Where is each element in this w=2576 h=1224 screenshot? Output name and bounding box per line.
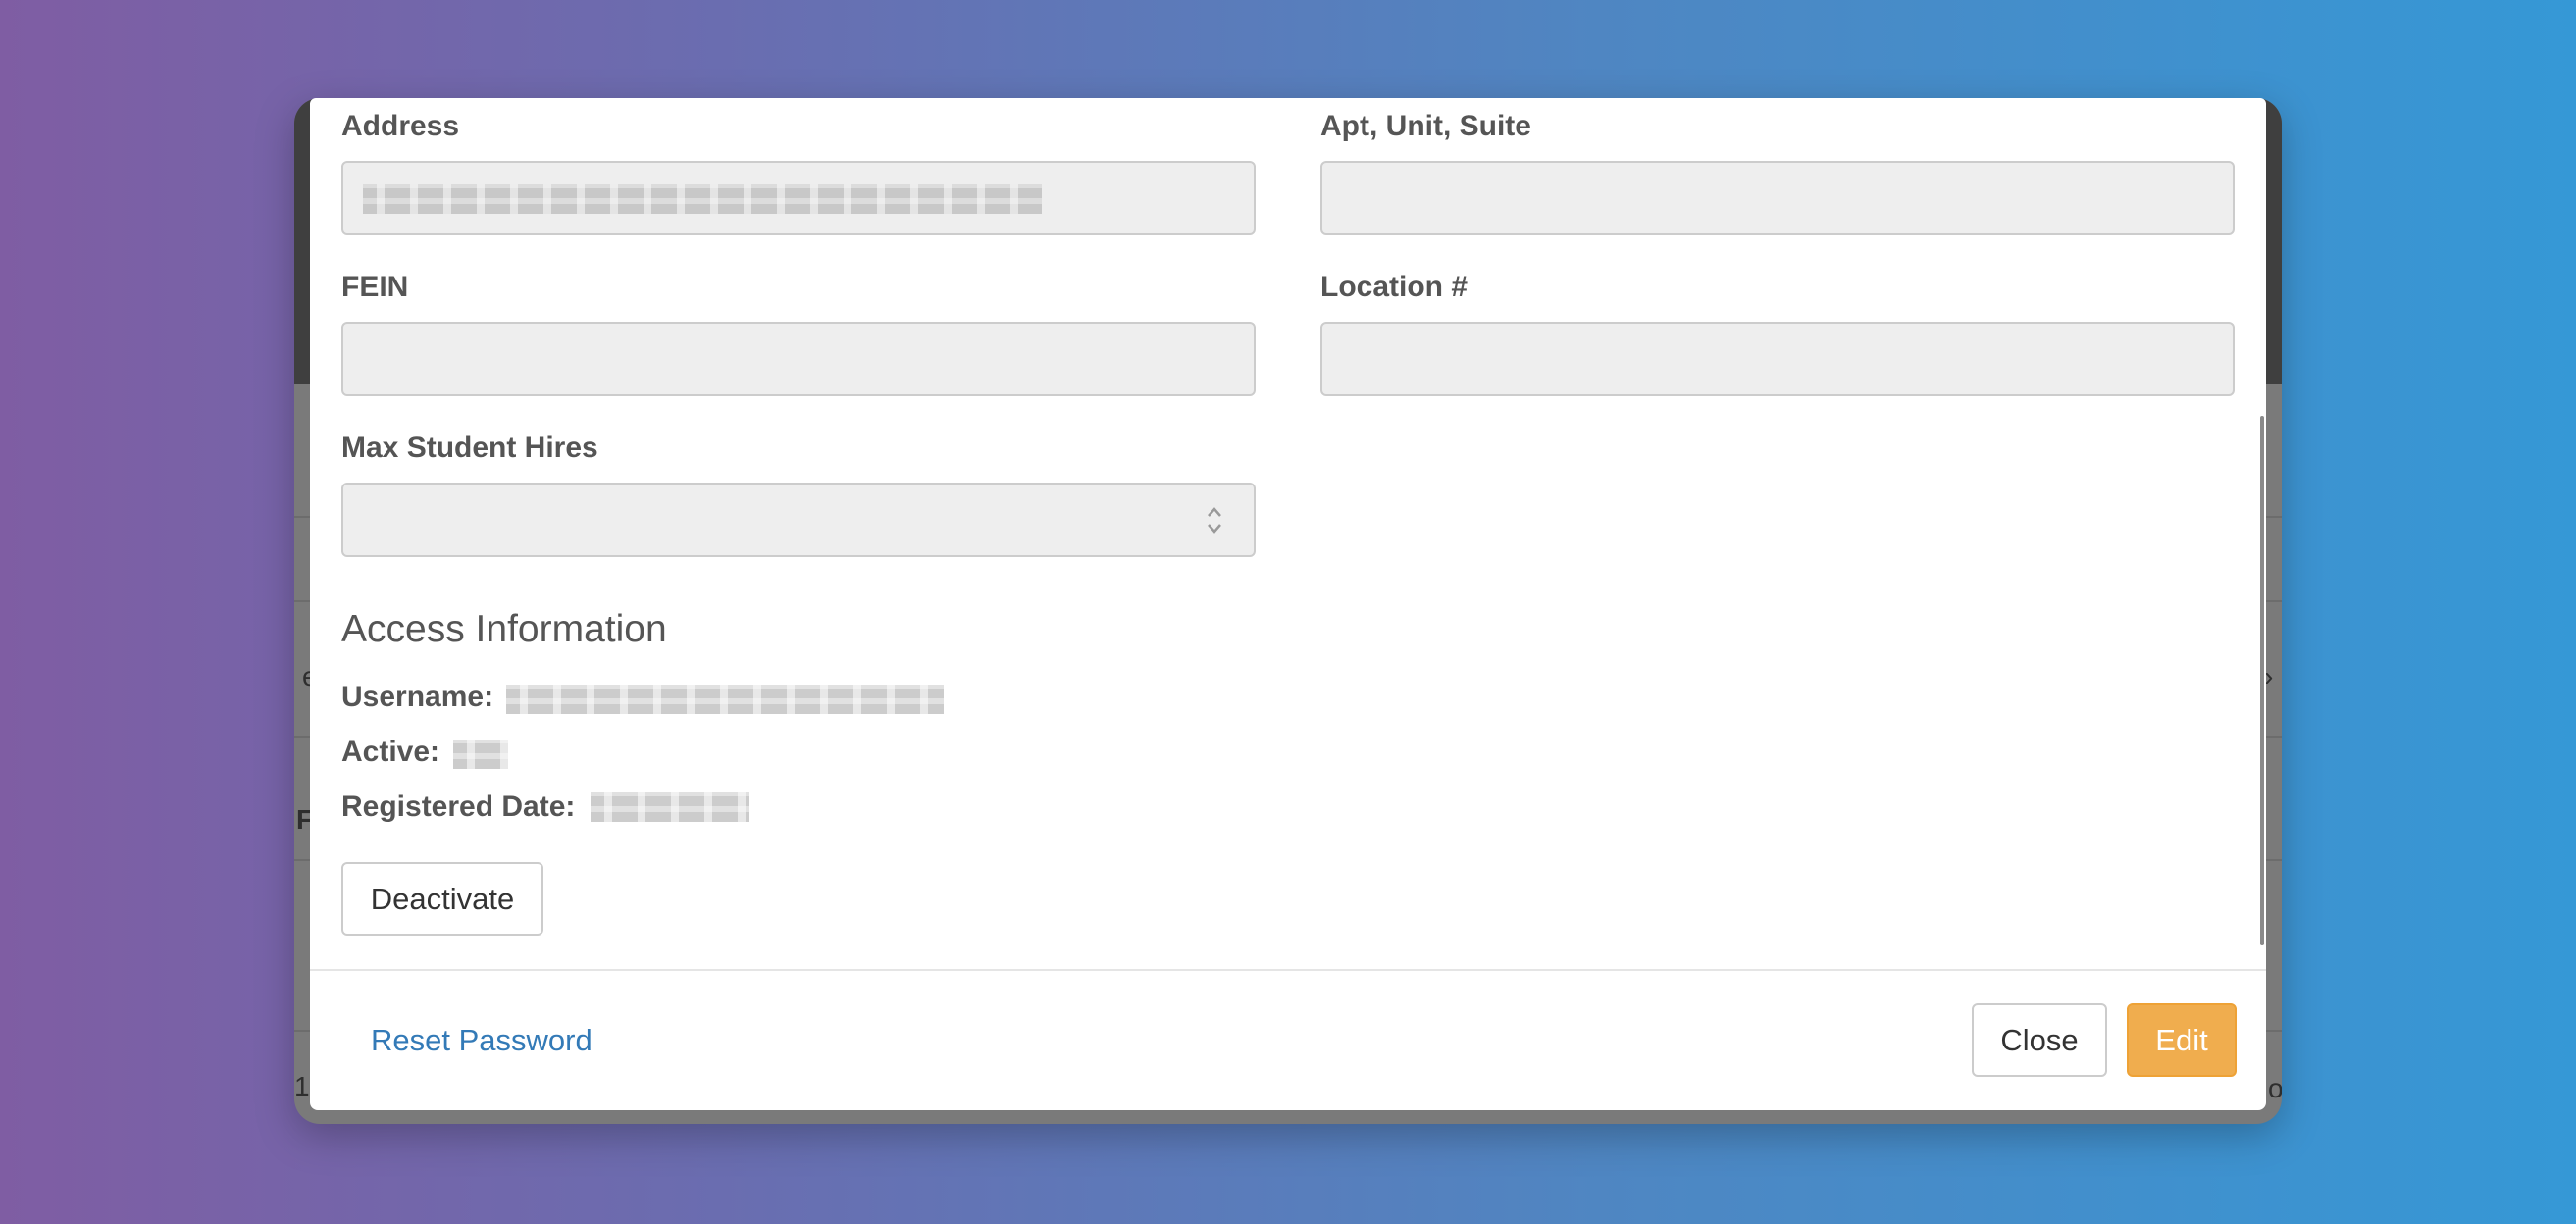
deactivate-button[interactable]: Deactivate <box>341 862 543 936</box>
address-label: Address <box>341 110 460 142</box>
modal-footer-divider <box>310 969 2266 971</box>
background-text-fragment: 1 <box>294 1071 310 1101</box>
fein-input[interactable] <box>341 322 1256 396</box>
chevron-up-down-icon[interactable] <box>1205 500 1224 539</box>
max-student-hires-label: Max Student Hires <box>341 432 598 464</box>
apt-unit-suite-label: Apt, Unit, Suite <box>1320 110 1531 142</box>
modal-scrollbar[interactable] <box>2260 416 2264 945</box>
fein-label: FEIN <box>341 271 409 303</box>
address-input[interactable] <box>341 161 1256 235</box>
redacted-username-value <box>506 685 944 714</box>
active-label: Active: <box>341 736 440 768</box>
apt-unit-suite-input[interactable] <box>1320 161 2235 235</box>
registered-date-label: Registered Date: <box>341 790 576 823</box>
redacted-active-value <box>453 740 508 769</box>
username-row: Username: <box>341 681 493 714</box>
edit-button[interactable]: Edit <box>2127 1003 2237 1077</box>
redacted-registered-date-value <box>591 792 749 822</box>
background-text-fragment: o <box>2268 1073 2282 1103</box>
redacted-address-value <box>363 184 1042 214</box>
username-label: Username: <box>341 681 494 713</box>
company-details-modal: Address Apt, Unit, Suite FEIN Location #… <box>310 98 2266 1110</box>
location-number-input[interactable] <box>1320 322 2235 396</box>
max-student-hires-input[interactable] <box>341 483 1256 557</box>
registered-date-row: Registered Date: <box>341 790 575 824</box>
modal-body: Address Apt, Unit, Suite FEIN Location #… <box>310 98 2266 969</box>
active-row: Active: <box>341 736 439 769</box>
location-number-label: Location # <box>1320 271 1468 303</box>
reset-password-link[interactable]: Reset Password <box>371 1023 592 1058</box>
close-button[interactable]: Close <box>1972 1003 2107 1077</box>
access-information-heading: Access Information <box>341 608 667 650</box>
